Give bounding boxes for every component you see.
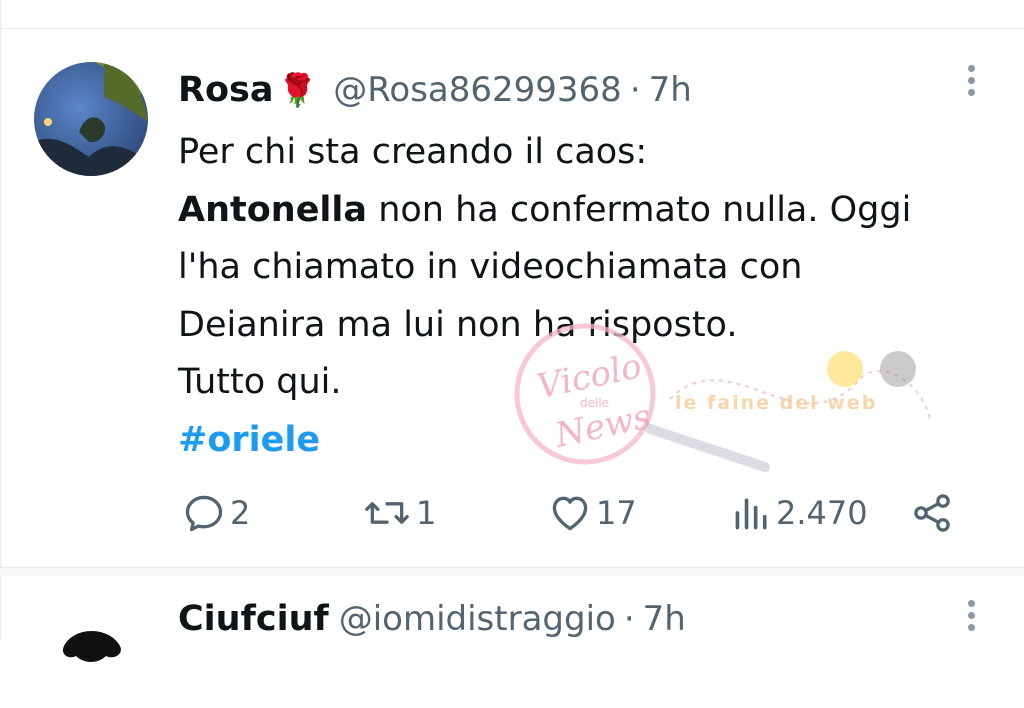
like-count: 17 [596,494,637,532]
views-count: 2.470 [776,494,868,532]
separator-dot: · [623,599,635,639]
reply-icon [185,495,223,532]
tweet[interactable]: Rosa 🌹 @Rosa86299368 · 7h Per chi sta cr… [0,29,1024,567]
separator-dot: · [629,70,641,110]
tweet-line-rest: non ha confermato nulla. Oggi [367,189,912,230]
avatar[interactable] [34,62,148,176]
retweet-count: 1 [416,494,437,532]
tweet[interactable]: Ciufciuf @iomidistraggio · 7h [0,576,1024,708]
display-name[interactable]: Rosa [178,70,273,110]
bold-name: Antonella [178,189,368,230]
tweet-text: Per chi sta creando il caos: Antonella n… [178,124,998,469]
reply-button[interactable]: 2 [182,491,250,535]
tweet-separator [0,567,1024,576]
avatar[interactable] [34,594,148,708]
retweet-icon [365,502,409,524]
tweet-line: Tutto qui. [178,362,342,402]
tweet-line: Antonella non ha confermato nulla. Oggi [178,182,998,240]
tweet-line: l'ha chiamato in videochiamata con [178,247,803,287]
username[interactable]: @iomidistraggio [339,599,616,639]
username[interactable]: @Rosa86299368 [333,70,622,110]
share-icon [914,494,950,532]
retweet-button[interactable]: 1 [362,491,436,535]
views-icon [735,498,767,530]
tweet-line: Per chi sta creando il caos: [178,132,648,172]
hashtag-link[interactable]: #oriele [178,420,320,460]
display-name[interactable]: Ciufciuf [178,599,329,639]
more-icon[interactable] [966,65,978,101]
timestamp[interactable]: 7h [649,70,692,110]
like-button[interactable]: 17 [548,491,637,535]
tweet-header: Rosa 🌹 @Rosa86299368 · 7h [178,67,692,113]
tweet-actions: 2 1 17 2.470 [0,483,1024,543]
reply-count: 2 [230,494,251,532]
avatar-image [34,594,148,708]
tweet-header: Ciufciuf @iomidistraggio · 7h [178,596,686,642]
rose-emoji: 🌹 [277,71,318,109]
like-icon [552,496,588,531]
tweet-line: Deianira ma lui non ha risposto. [178,304,738,345]
views-button[interactable]: 2.470 [732,491,868,535]
timestamp[interactable]: 7h [643,599,686,639]
avatar-image [34,62,148,176]
more-icon[interactable] [966,600,978,636]
share-button[interactable] [910,491,954,535]
